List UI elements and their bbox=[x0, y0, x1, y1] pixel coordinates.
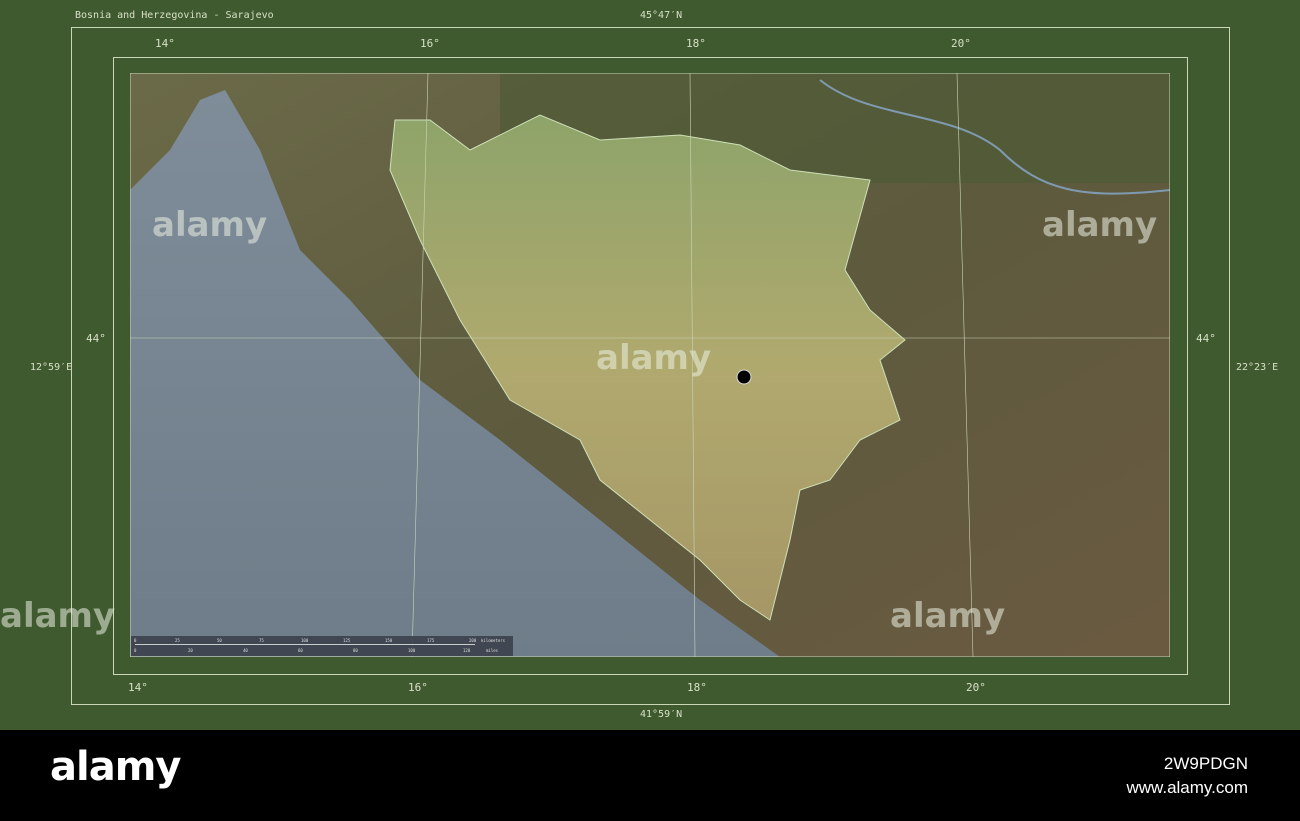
sarajevo-marker bbox=[736, 369, 752, 385]
mi-tick: 20 bbox=[188, 648, 193, 653]
lon-tick-top-20: 20° bbox=[951, 37, 971, 50]
lat-tick-left-44: 44° bbox=[86, 332, 106, 345]
left-longitude: 12°59′E bbox=[30, 362, 73, 373]
km-tick: 0 bbox=[134, 638, 137, 643]
watermark-logo: alamy bbox=[0, 596, 116, 636]
mi-tick: 60 bbox=[298, 648, 303, 653]
lon-tick-top-16: 16° bbox=[420, 37, 440, 50]
km-tick: 100 bbox=[301, 638, 309, 643]
lon-tick-bottom-20: 20° bbox=[966, 681, 986, 694]
km-tick: 200 bbox=[469, 638, 477, 643]
scale-bar: kilometers miles 0 25 50 75 100 125 150 … bbox=[131, 636, 513, 656]
lon-tick-top-18: 18° bbox=[686, 37, 706, 50]
km-tick: 175 bbox=[427, 638, 435, 643]
lon-tick-bottom-14: 14° bbox=[128, 681, 148, 694]
km-tick: 150 bbox=[385, 638, 393, 643]
lon-tick-top-14: 14° bbox=[155, 37, 175, 50]
km-unit: kilometers bbox=[481, 638, 506, 643]
lon-tick-bottom-16: 16° bbox=[408, 681, 428, 694]
alamy-url: www.alamy.com bbox=[1126, 778, 1248, 797]
stock-footer: alamy 2W9PDGN www.alamy.com bbox=[0, 730, 1300, 821]
km-tick: 25 bbox=[175, 638, 180, 643]
map-title: Bosnia and Herzegovina - Sarajevo bbox=[75, 10, 274, 21]
watermark-logo: alamy bbox=[596, 338, 712, 378]
lat-tick-right-44: 44° bbox=[1196, 332, 1216, 345]
km-tick: 50 bbox=[217, 638, 222, 643]
watermark-logo: alamy bbox=[1042, 205, 1158, 245]
lon-tick-bottom-18: 18° bbox=[687, 681, 707, 694]
alamy-logo: alamy bbox=[50, 744, 181, 790]
mi-tick: 120 bbox=[463, 648, 471, 653]
image-id: 2W9PDGN bbox=[1163, 754, 1248, 773]
right-longitude: 22°23′E bbox=[1236, 362, 1279, 373]
watermark-logo: alamy bbox=[890, 596, 1006, 636]
km-tick: 75 bbox=[259, 638, 264, 643]
top-latitude: 45°47′N bbox=[640, 10, 683, 21]
mi-tick: 0 bbox=[134, 648, 137, 653]
mi-tick: 100 bbox=[408, 648, 416, 653]
bottom-latitude: 41°59′N bbox=[640, 709, 683, 720]
mi-tick: 40 bbox=[243, 648, 248, 653]
mi-unit: miles bbox=[486, 648, 499, 653]
mi-tick: 80 bbox=[353, 648, 358, 653]
km-tick: 125 bbox=[343, 638, 351, 643]
watermark-logo: alamy bbox=[152, 205, 268, 245]
